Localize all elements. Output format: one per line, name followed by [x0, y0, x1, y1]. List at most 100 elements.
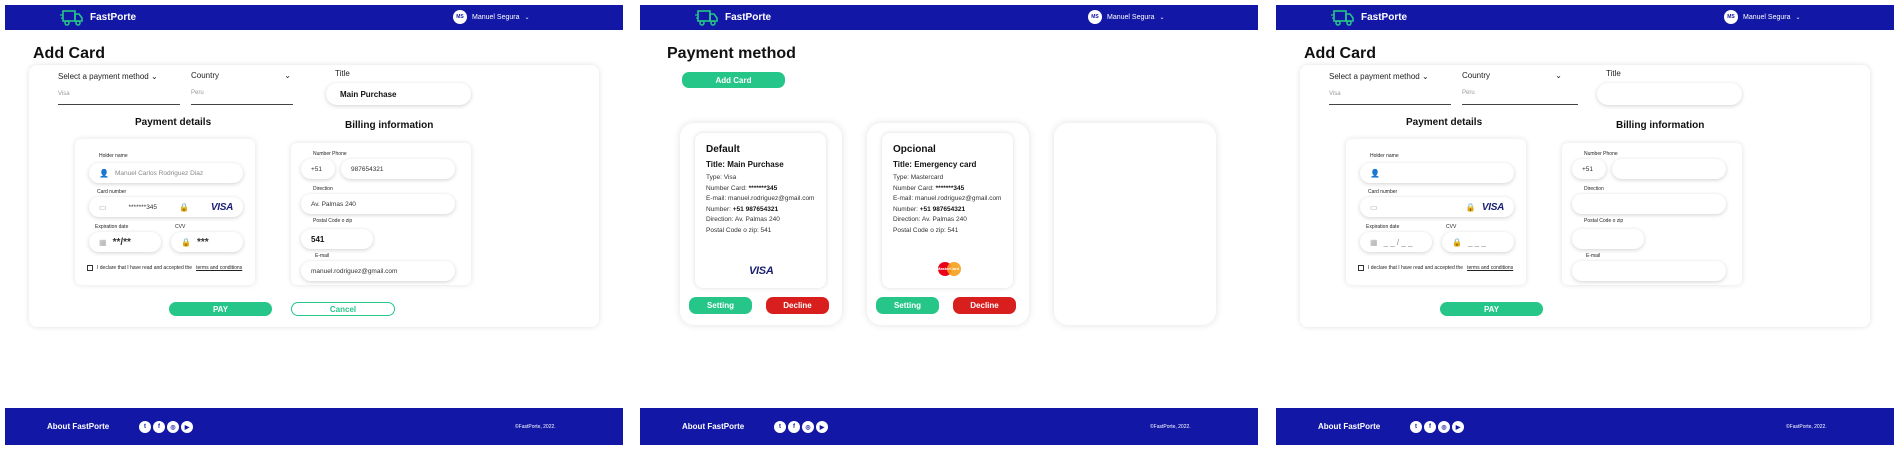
- lock-icon: 🔒: [178, 202, 189, 212]
- logo[interactable]: FastPorte: [695, 8, 771, 27]
- lock-icon: 🔒: [1465, 202, 1476, 212]
- pay-button[interactable]: PAY: [1440, 302, 1543, 316]
- terms-checkbox-row[interactable]: I declare that I have read and accepted …: [87, 265, 242, 271]
- cvv-placeholder: _ _ _: [1467, 237, 1486, 247]
- country-label: Country: [1462, 71, 1491, 80]
- card-type: Type: Visa: [706, 174, 737, 181]
- youtube-icon[interactable]: ▶: [816, 421, 828, 433]
- brand-name: FastPorte: [1361, 12, 1408, 23]
- setting-button[interactable]: Setting: [876, 297, 939, 314]
- expiration-input[interactable]: ▦ **/**: [89, 232, 161, 252]
- expiration-label: Expiration date: [95, 224, 129, 230]
- youtube-icon[interactable]: ▶: [1452, 421, 1464, 433]
- card-heading: Default: [706, 144, 740, 155]
- logo[interactable]: FastPorte: [60, 8, 136, 27]
- card-number-input[interactable]: ▭ *******345 🔒 VISA: [89, 197, 243, 217]
- email-input[interactable]: [1572, 261, 1726, 281]
- truck-icon: [60, 9, 83, 26]
- phone-prefix-input[interactable]: +51: [301, 159, 335, 179]
- payment-method-screen: FastPorte MS Manuel Segura ⌄ Payment met…: [640, 5, 1258, 445]
- twitter-icon[interactable]: t: [1410, 421, 1422, 433]
- expiration-label: Expiration date: [1366, 224, 1400, 230]
- postal-input[interactable]: 541: [301, 229, 373, 249]
- instagram-icon[interactable]: ◎: [167, 421, 179, 433]
- avatar: MS: [1088, 10, 1102, 24]
- card-phone-row: Number: +51 987654321: [893, 205, 1013, 216]
- truck-icon: [1331, 9, 1354, 26]
- holder-name-input[interactable]: 👤 Manuel Carlos Rodriguez Diaz: [89, 163, 243, 183]
- terms-checkbox[interactable]: [87, 265, 93, 271]
- title-input[interactable]: [1597, 83, 1742, 105]
- phone-prefix-input[interactable]: +51: [1572, 159, 1606, 179]
- card-postal: Postal Code o zip: 541: [706, 226, 772, 234]
- decline-button[interactable]: Decline: [766, 297, 829, 314]
- visa-logo: VISA: [1481, 201, 1504, 213]
- twitter-icon[interactable]: t: [139, 421, 151, 433]
- title-input[interactable]: Main Purchase: [326, 83, 471, 105]
- card-title: Title: Emergency card: [893, 160, 977, 169]
- add-card-form: Select a payment method ⌄ Visa Country ⌄ …: [29, 65, 599, 327]
- cvv-input[interactable]: 🔒 _ _ _: [1442, 232, 1514, 252]
- direction-input[interactable]: Av. Palmas 240: [301, 194, 455, 214]
- country-value: Peru: [191, 90, 204, 96]
- postal-input[interactable]: [1572, 229, 1644, 249]
- instagram-icon[interactable]: ◎: [802, 421, 814, 433]
- terms-checkbox[interactable]: [1358, 265, 1364, 271]
- facebook-icon[interactable]: f: [788, 421, 800, 433]
- twitter-icon[interactable]: t: [774, 421, 786, 433]
- phone-input[interactable]: [1612, 159, 1726, 179]
- add-card-screen: FastPorte MS Manuel Segura ⌄ Add Card Se…: [5, 5, 623, 445]
- holder-name-input[interactable]: 👤: [1360, 163, 1514, 183]
- phone-input[interactable]: 987654321: [341, 159, 455, 179]
- payment-method-label: Select a payment method: [58, 72, 149, 81]
- lock-icon: 🔒: [181, 237, 191, 247]
- terms-link[interactable]: terms and conditions: [1467, 265, 1513, 271]
- user-menu[interactable]: MS Manuel Segura ⌄: [1088, 10, 1165, 24]
- decline-button[interactable]: Decline: [953, 297, 1016, 314]
- footer-about-link[interactable]: About FastPorte: [47, 422, 109, 431]
- instagram-icon[interactable]: ◎: [1438, 421, 1450, 433]
- email-input[interactable]: manuel.rodriguez@gmail.com: [301, 261, 455, 281]
- card-number: *******345: [748, 184, 778, 192]
- logo[interactable]: FastPorte: [1331, 8, 1407, 27]
- setting-button[interactable]: Setting: [689, 297, 752, 314]
- payment-details-card: Holder name 👤 Manuel Carlos Rodriguez Di…: [75, 139, 255, 285]
- direction-input[interactable]: [1572, 194, 1726, 214]
- cvv-input[interactable]: 🔒 ***: [171, 232, 243, 252]
- facebook-icon[interactable]: f: [1424, 421, 1436, 433]
- terms-link[interactable]: terms and conditions: [196, 265, 242, 271]
- card-number-label: Card number: [97, 189, 127, 195]
- footer: About FastPorte t f ◎ ▶ ©FastPorte, 2022…: [640, 408, 1258, 445]
- add-card-button[interactable]: Add Card: [682, 72, 785, 88]
- pay-button[interactable]: PAY: [169, 302, 272, 316]
- payment-method-select[interactable]: Select a payment method ⌄ Visa: [1329, 72, 1451, 105]
- copyright: ©FastPorte, 2022.: [1150, 424, 1191, 430]
- user-menu[interactable]: MS Manuel Segura ⌄: [453, 10, 530, 24]
- cvv-label: CVV: [175, 224, 186, 230]
- card-phone: +51 987654321: [732, 205, 779, 213]
- terms-text: I declare that I have read and accepted …: [97, 265, 193, 271]
- mastercard-logo: MasterCard: [935, 260, 965, 278]
- page-title: Payment method: [667, 45, 796, 62]
- card-number-label: Card number: [1368, 189, 1398, 195]
- country-label: Country: [191, 71, 220, 80]
- facebook-icon[interactable]: f: [153, 421, 165, 433]
- card-email: E-mail: manuel.rodriguez@gmail.com: [893, 195, 1002, 202]
- expiration-input[interactable]: ▦ _ _ / _ _: [1360, 232, 1432, 252]
- terms-checkbox-row[interactable]: I declare that I have read and accepted …: [1358, 265, 1513, 271]
- page-title: Add Card: [33, 45, 105, 62]
- card-heading: Opcional: [893, 144, 936, 155]
- country-select[interactable]: Country ⌄ Peru: [191, 71, 293, 105]
- cancel-button[interactable]: Cancel: [291, 302, 395, 316]
- payment-details-heading: Payment details: [1406, 117, 1483, 128]
- footer-about-link[interactable]: About FastPorte: [1318, 422, 1380, 431]
- footer-about-link[interactable]: About FastPorte: [682, 422, 744, 431]
- card-number-value: *******345: [128, 203, 158, 211]
- country-select[interactable]: Country ⌄ Peru: [1462, 71, 1578, 105]
- card-number-input[interactable]: ▭ 🔒 VISA: [1360, 197, 1514, 217]
- chevron-down-icon: ⌄: [284, 71, 291, 80]
- youtube-icon[interactable]: ▶: [181, 421, 193, 433]
- payment-method-select[interactable]: Select a payment method ⌄ Visa: [58, 72, 180, 105]
- user-menu[interactable]: MS Manuel Segura ⌄: [1724, 10, 1801, 24]
- payment-method-label: Select a payment method: [1329, 72, 1420, 81]
